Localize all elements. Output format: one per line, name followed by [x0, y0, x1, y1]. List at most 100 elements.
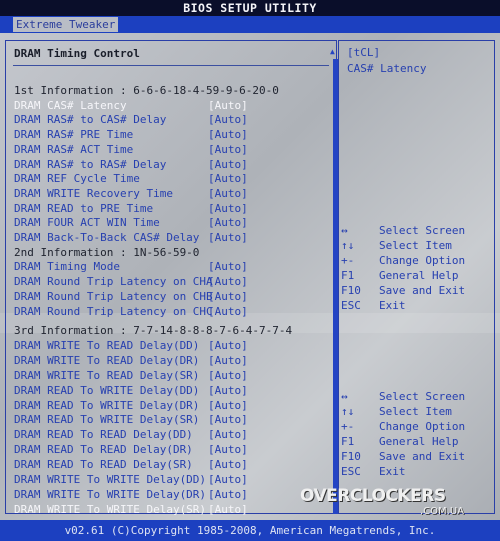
key-name: +- — [341, 420, 355, 433]
setting-value[interactable]: [Auto] — [208, 487, 248, 502]
setting-label: DRAM READ To READ Delay(SR) — [14, 458, 193, 472]
divider — [13, 65, 329, 66]
setting-value[interactable]: [Auto] — [208, 289, 248, 304]
setting-label: DRAM WRITE To READ Delay(DD) — [14, 338, 200, 352]
setting-row[interactable]: DRAM READ To WRITE Delay(DD) [Auto] — [14, 383, 329, 398]
setting-row[interactable]: DRAM WRITE To WRITE Delay(DD) [Auto] — [14, 472, 329, 487]
setting-row[interactable]: DRAM REF Cycle Time [Auto] — [14, 171, 329, 186]
setting-row[interactable]: DRAM WRITE To WRITE Delay(SR) [Auto] — [14, 502, 329, 517]
setting-row[interactable]: DRAM WRITE To WRITE Delay(DR) [Auto] — [14, 487, 329, 502]
watermark-logo: OVERCLOCKERS — [300, 486, 446, 506]
setting-label: DRAM Timing Mode — [14, 260, 120, 274]
setting-value[interactable]: [Auto] — [208, 304, 248, 319]
setting-value[interactable]: [Auto] — [208, 186, 248, 201]
setting-label: DRAM FOUR ACT WIN Time — [14, 216, 160, 230]
setting-row[interactable]: DRAM READ To READ Delay(DD) [Auto] — [14, 427, 329, 442]
setting-label: DRAM READ To WRITE Delay(DR) — [14, 398, 200, 412]
setting-value[interactable]: [Auto] — [208, 259, 248, 274]
setting-value[interactable]: [Auto] — [208, 157, 248, 172]
key-name: ↑↓ — [341, 239, 355, 252]
key-action: Save and Exit — [379, 450, 466, 463]
info-text: 2nd Information : 1N-56-59-0 — [14, 245, 200, 259]
setting-value[interactable]: [Auto] — [208, 502, 248, 517]
setting-label: DRAM Back-To-Back CAS# Delay — [14, 231, 200, 244]
setting-row[interactable]: DRAM READ To WRITE Delay(DR) [Auto] — [14, 398, 329, 413]
setting-label: DRAM Round Trip Latency on CHA — [14, 275, 213, 289]
setting-label: DRAM RAS# to CAS# Delay — [14, 113, 167, 127]
setting-row[interactable]: DRAM Back-To-Back CAS# Delay [Auto] — [14, 230, 329, 245]
key-name: F10 — [341, 284, 361, 297]
setting-row[interactable]: DRAM WRITE To READ Delay(DD) [Auto] — [14, 338, 329, 353]
tab-extreme-tweaker[interactable]: Extreme Tweaker — [13, 17, 119, 32]
setting-value[interactable]: [Auto] — [208, 274, 248, 289]
setting-value[interactable]: [Auto] — [208, 398, 248, 413]
setting-value[interactable]: [Auto] — [208, 112, 248, 127]
setting-row[interactable]: DRAM READ To READ Delay(DR) [Auto] — [14, 442, 329, 457]
key-name: +- — [341, 254, 355, 267]
setting-value[interactable]: [Auto] — [208, 472, 248, 487]
window-title: BIOS SETUP UTILITY — [0, 0, 500, 16]
setting-row[interactable]: DRAM Timing Mode [Auto] — [14, 259, 329, 274]
setting-row[interactable]: DRAM WRITE To READ Delay(SR) [Auto] — [14, 368, 329, 383]
key-name: ↔ — [341, 224, 348, 237]
setting-value[interactable]: [Auto] — [208, 127, 248, 142]
help-token: [tCL] — [347, 46, 381, 59]
key-action: Select Screen — [379, 224, 466, 237]
setting-row[interactable]: DRAM RAS# to RAS# Delay [Auto] — [14, 157, 329, 172]
info-line: 1st Information : 6-6-6-18-4-59-9-6-20-0 — [14, 83, 329, 98]
key-name: ↔ — [341, 390, 348, 403]
scroll-up-arrow-icon[interactable]: ▲ — [330, 47, 335, 56]
setting-row[interactable]: DRAM CAS# Latency [Auto] — [14, 98, 329, 113]
setting-value[interactable]: [Auto] — [208, 201, 248, 216]
setting-value[interactable]: [Auto] — [208, 383, 248, 398]
key-name: ESC — [341, 465, 361, 478]
key-action: Change Option — [379, 420, 466, 433]
setting-row[interactable]: DRAM Round Trip Latency on CHC [Auto] — [14, 304, 329, 319]
setting-label: DRAM READ to PRE Time — [14, 201, 154, 215]
tab-bar: Extreme Tweaker — [0, 16, 500, 33]
key-name: F1 — [341, 435, 355, 448]
setting-value[interactable]: [Auto] — [208, 171, 248, 186]
setting-row[interactable]: DRAM WRITE To READ Delay(DR) [Auto] — [14, 353, 329, 368]
setting-value[interactable]: [Auto] — [208, 230, 248, 245]
setting-value[interactable]: [Auto] — [208, 142, 248, 157]
setting-value[interactable]: [Auto] — [208, 353, 248, 368]
key-action: Exit — [379, 465, 406, 478]
setting-row[interactable]: DRAM FOUR ACT WIN Time [Auto] — [14, 215, 329, 230]
section-title: DRAM Timing Control — [14, 47, 140, 60]
setting-value[interactable]: [Auto] — [208, 338, 248, 353]
setting-label: DRAM WRITE To WRITE Delay(DR) — [14, 487, 207, 501]
setting-row[interactable]: DRAM Round Trip Latency on CHA [Auto] — [14, 274, 329, 289]
setting-row[interactable]: DRAM RAS# PRE Time [Auto] — [14, 127, 329, 142]
setting-value[interactable]: [Auto] — [208, 98, 248, 113]
setting-value[interactable]: [Auto] — [208, 215, 248, 230]
setting-label: DRAM RAS# PRE Time — [14, 128, 134, 142]
setting-row[interactable]: DRAM RAS# to CAS# Delay [Auto] — [14, 112, 329, 127]
key-action: General Help — [379, 269, 459, 282]
setting-label: DRAM WRITE Recovery Time — [14, 186, 173, 200]
setting-value[interactable]: [Auto] — [208, 368, 248, 383]
key-action: Change Option — [379, 254, 466, 267]
setting-label: DRAM RAS# ACT Time — [14, 142, 134, 156]
setting-label: DRAM Round Trip Latency on CHC — [14, 304, 213, 318]
setting-row[interactable]: DRAM RAS# ACT Time [Auto] — [14, 142, 329, 157]
info-line: 2nd Information : 1N-56-59-0 — [14, 245, 329, 260]
setting-label: DRAM Round Trip Latency on CHB — [14, 289, 213, 303]
setting-row[interactable]: DRAM WRITE Recovery Time [Auto] — [14, 186, 329, 201]
copyright-footer: v02.61 (C)Copyright 1985-2008, American … — [0, 520, 500, 541]
setting-label: DRAM WRITE To WRITE Delay(DD) — [14, 473, 207, 486]
setting-label: DRAM RAS# to RAS# Delay — [14, 157, 167, 171]
setting-row[interactable]: DRAM READ to PRE Time [Auto] — [14, 201, 329, 216]
setting-value[interactable]: [Auto] — [208, 427, 248, 442]
setting-value[interactable]: [Auto] — [208, 457, 248, 472]
info-text: 1st Information : 6-6-6-18-4-59-9-6-20-0 — [14, 84, 279, 97]
key-name: F1 — [341, 269, 355, 282]
setting-value[interactable]: [Auto] — [208, 442, 248, 457]
setting-row[interactable]: DRAM Round Trip Latency on CHB [Auto] — [14, 289, 329, 304]
setting-value[interactable]: [Auto] — [208, 412, 248, 427]
setting-row[interactable]: DRAM READ To WRITE Delay(SR) [Auto] — [14, 412, 329, 427]
setting-label: DRAM READ To READ Delay(DR) — [14, 443, 193, 457]
help-panel: [tCL] CAS# Latency ↔ Select Screen ↑↓ Selec… — [338, 40, 495, 514]
setting-row[interactable]: DRAM READ To READ Delay(SR) [Auto] — [14, 457, 329, 472]
setting-label: DRAM CAS# Latency — [14, 98, 127, 112]
